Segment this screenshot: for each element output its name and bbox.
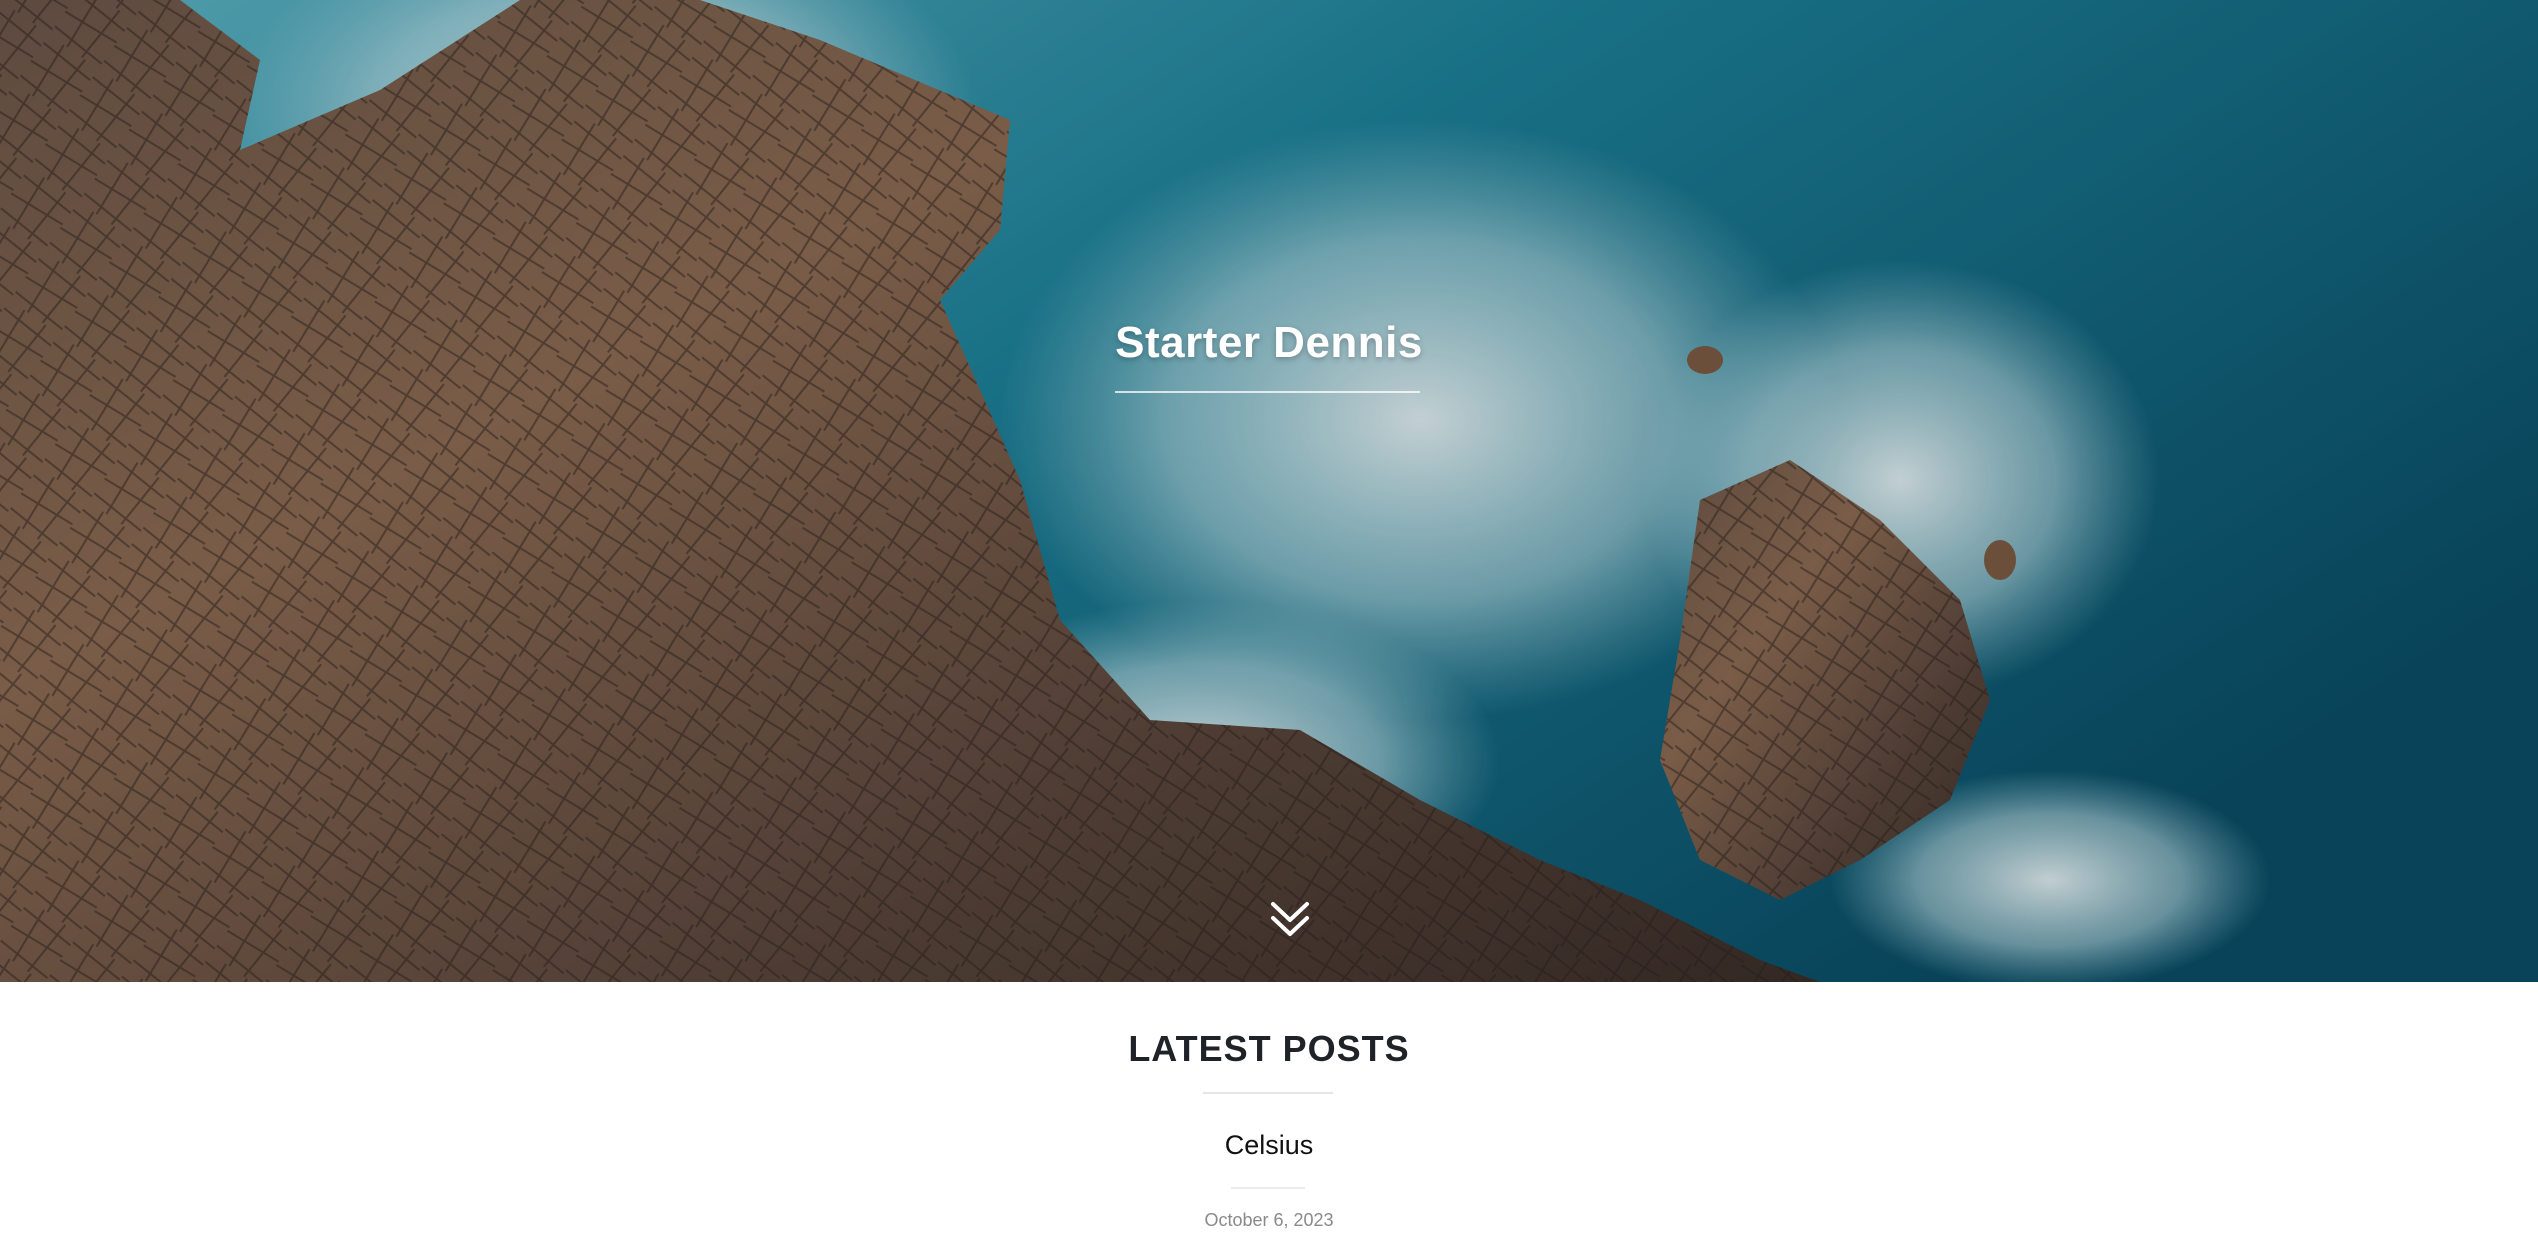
section-heading: LATEST POSTS bbox=[1128, 1028, 1410, 1069]
latest-posts-section: LATEST POSTS Celsius October 6, 2023 bbox=[0, 982, 2538, 1246]
title-divider bbox=[1115, 391, 1420, 393]
post-date: October 6, 2023 bbox=[1204, 1210, 1334, 1230]
section-divider bbox=[1203, 1092, 1333, 1094]
post-title[interactable]: Celsius bbox=[1225, 1130, 1314, 1160]
post-divider bbox=[1231, 1187, 1305, 1189]
hero-banner: Starter Dennis bbox=[0, 0, 2538, 982]
site-title: Starter Dennis bbox=[1115, 318, 1423, 367]
post-title-link[interactable]: Celsius bbox=[0, 1130, 2538, 1161]
hero-background-image bbox=[0, 0, 2538, 982]
double-chevron-down-icon[interactable] bbox=[1269, 900, 1311, 940]
